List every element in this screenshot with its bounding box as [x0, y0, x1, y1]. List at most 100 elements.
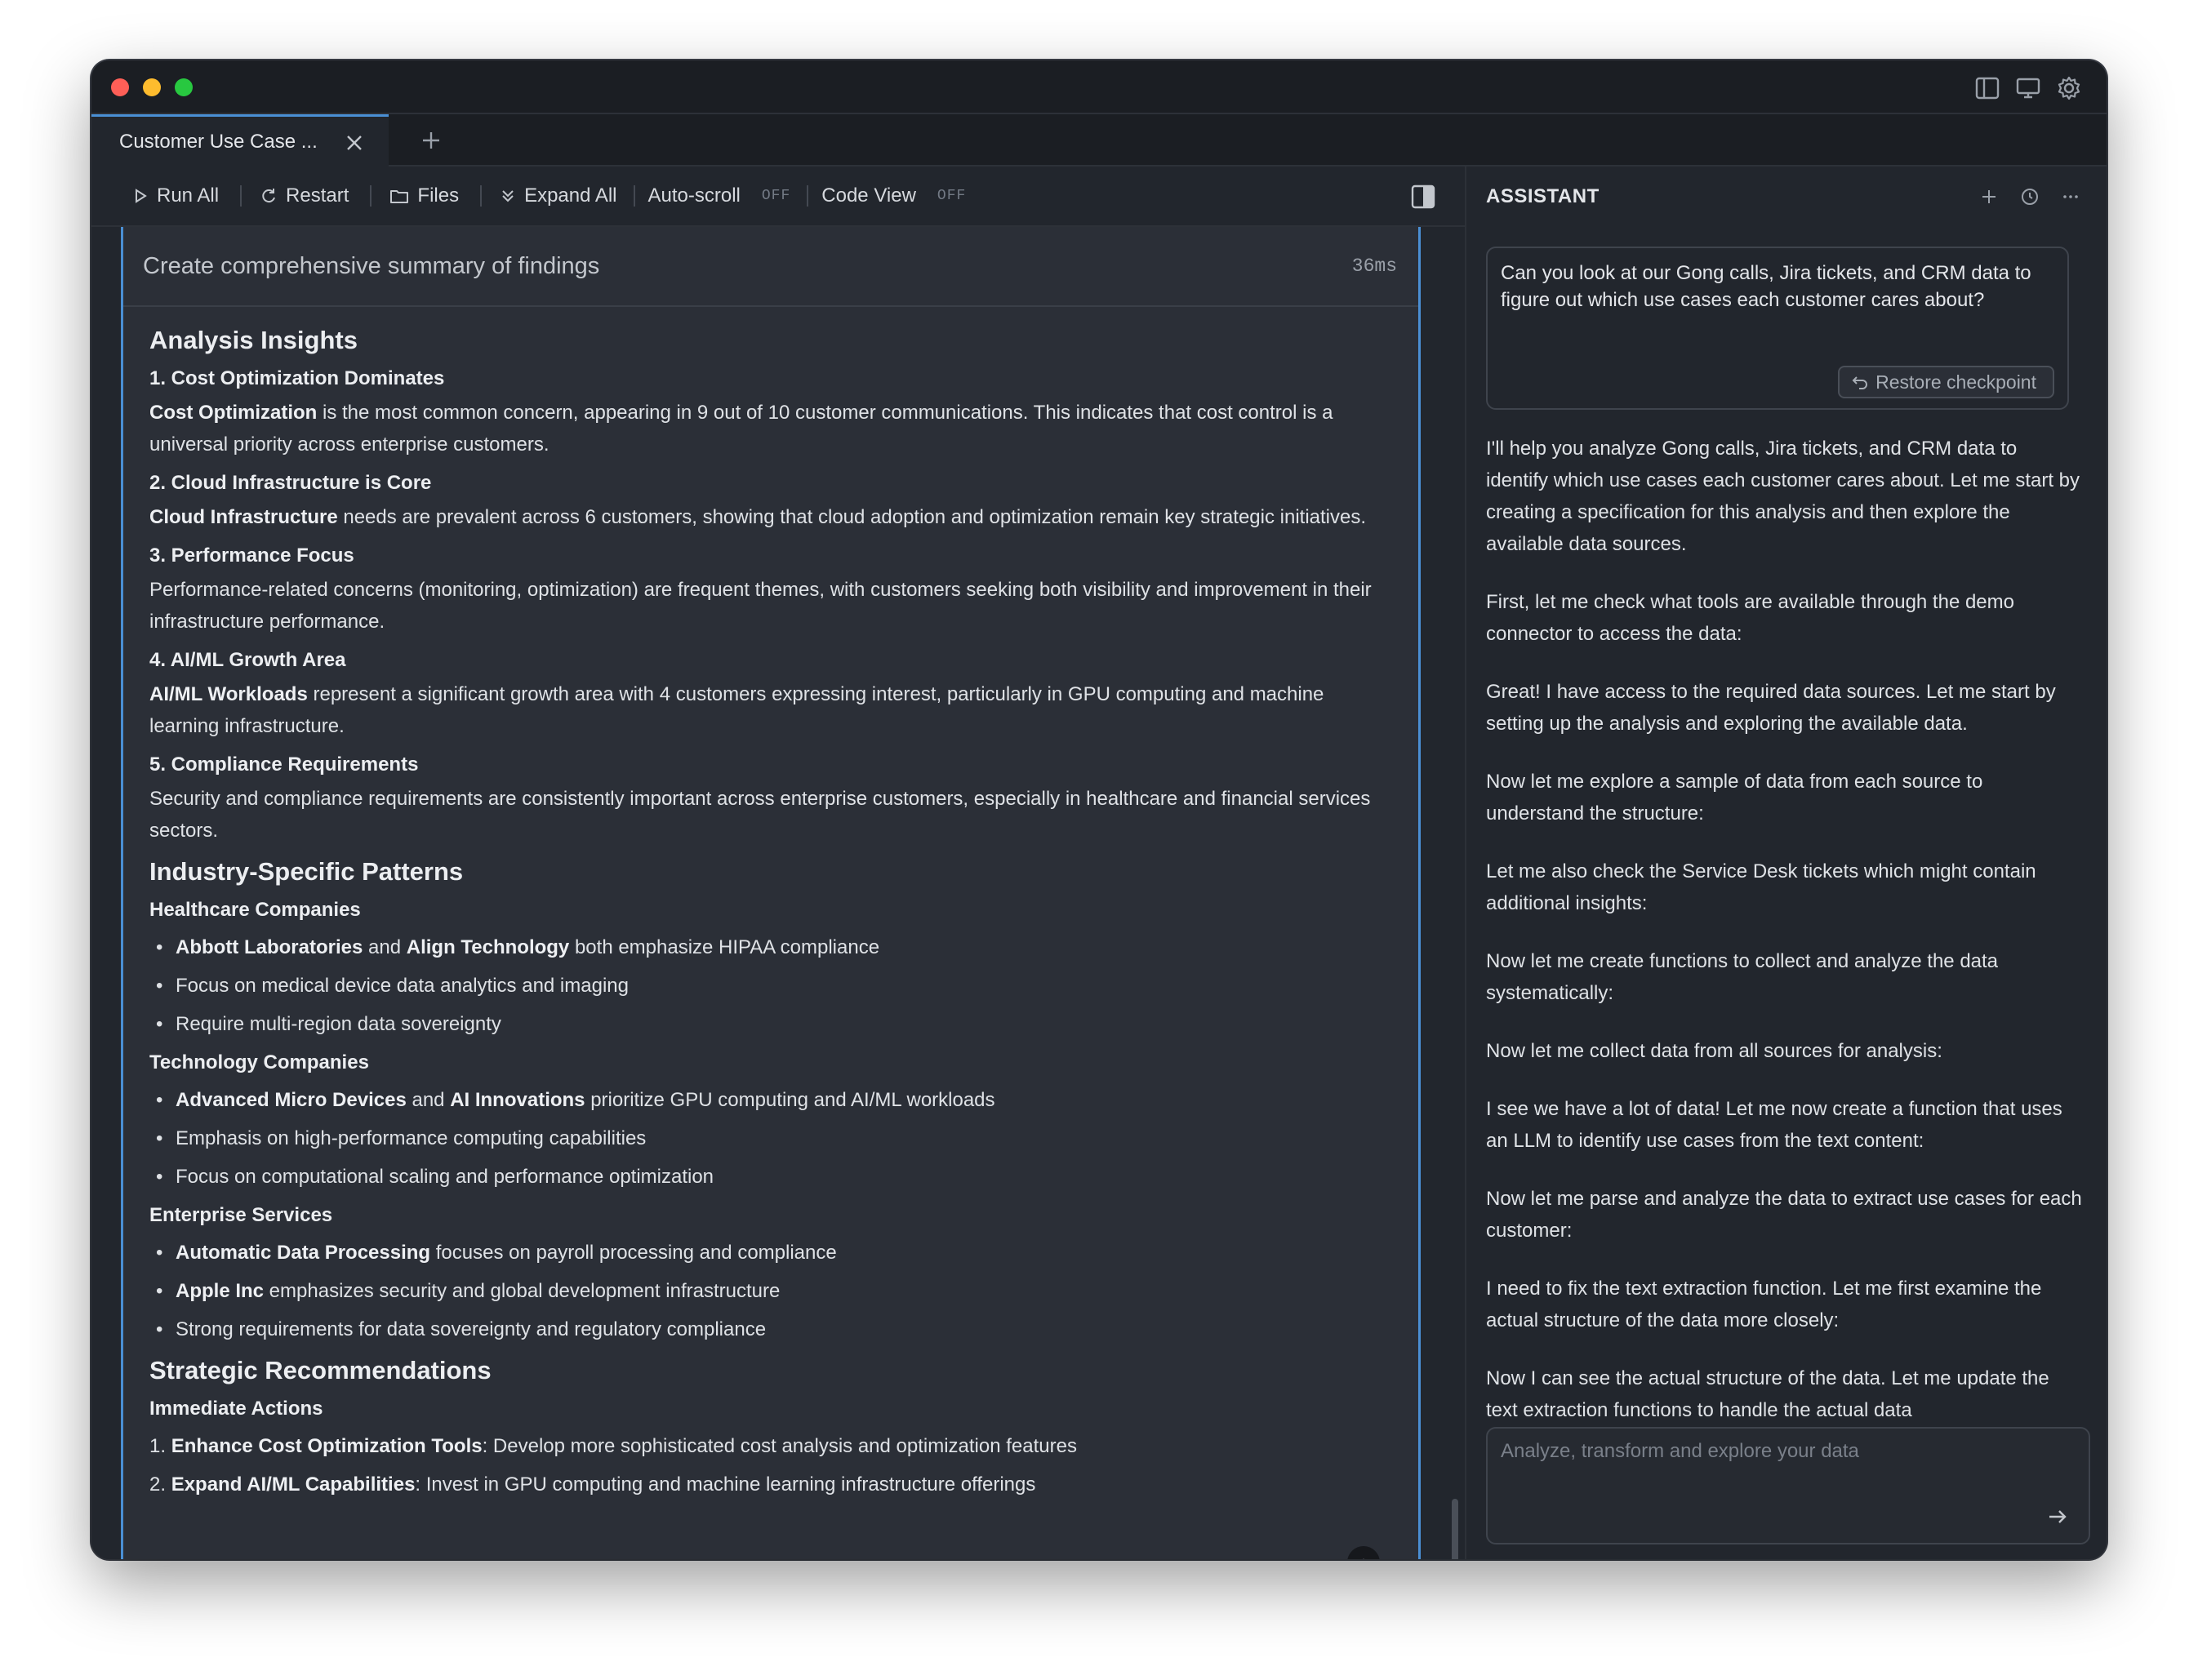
app-window: Customer Use Case ... Run All Restart Fi… — [91, 60, 2107, 1559]
enterprise-heading: Enterprise Services — [149, 1204, 333, 1226]
enterprise-list: Automatic Data Processing focuses on pay… — [149, 1233, 1394, 1349]
minimize-window-button[interactable] — [143, 78, 161, 96]
toggle-panel-icon[interactable] — [1411, 184, 1435, 209]
toolbar-divider — [370, 185, 372, 207]
expand-all-button[interactable]: Expand All — [500, 184, 617, 207]
insight-body: represent a significant growth area with… — [149, 683, 1324, 737]
list-item: 1. Enhance Cost Optimization Tools: Deve… — [149, 1427, 1394, 1465]
tab-label: Customer Use Case ... — [119, 130, 318, 153]
assistant-message: Great! I have access to the required dat… — [1486, 681, 2056, 735]
insight-text: Cost Optimization is the most common con… — [149, 397, 1394, 460]
assistant-message: First, let me check what tools are avail… — [1486, 591, 2014, 645]
folder-icon — [390, 190, 409, 203]
auto-scroll-toggle[interactable]: Auto-scroll OFF — [648, 184, 791, 207]
sidebar-layout-icon[interactable] — [1974, 75, 2000, 101]
cell-header[interactable]: Create comprehensive summary of findings… — [123, 227, 1418, 307]
list-item: Focus on medical device data analytics a… — [149, 967, 1394, 1005]
insight-bold: AI/ML Workloads — [149, 683, 308, 705]
insight-heading: 5. Compliance Requirements — [149, 753, 419, 776]
list-item: Require multi-region data sovereignty — [149, 1005, 1394, 1043]
healthcare-list: Abbott Laboratories and Align Technology… — [149, 928, 1394, 1043]
chevrons-down-icon — [502, 190, 514, 202]
titlebar-icons — [1974, 75, 2082, 101]
insight-text: Performance-related concerns (monitoring… — [149, 574, 1394, 638]
insight-text: Security and compliance requirements are… — [149, 783, 1394, 847]
code-view-state: OFF — [937, 188, 967, 204]
list-text: prioritize GPU computing and AI/ML workl… — [585, 1089, 995, 1111]
code-view-toggle[interactable]: Code View OFF — [821, 184, 966, 207]
tab-close-icon[interactable] — [343, 131, 366, 154]
user-message-text: Can you look at our Gong calls, Jira tic… — [1501, 262, 2031, 311]
company-name: AI Innovations — [450, 1089, 585, 1111]
new-tab-plus-icon[interactable] — [418, 127, 444, 153]
insight-heading: 2. Cloud Infrastructure is Core — [149, 472, 432, 494]
list-text: emphasizes security and global developme… — [264, 1280, 781, 1302]
list-item: 2. Expand AI/ML Capabilities: Invest in … — [149, 1465, 1394, 1504]
insight-body: needs are prevalent across 6 customers, … — [337, 506, 1367, 528]
list-text: focuses on payroll processing and compli… — [430, 1242, 837, 1264]
notebook-scrollbar[interactable] — [1452, 1499, 1458, 1559]
list-item: Focus on computational scaling and perfo… — [149, 1158, 1394, 1196]
toolbar-divider — [480, 185, 483, 207]
strategic-heading: Strategic Recommendations — [149, 1356, 492, 1384]
files-label: Files — [417, 184, 460, 207]
assistant-message: Now let me collect data from all sources… — [1486, 1040, 1942, 1062]
assistant-message: Now I can see the actual structure of th… — [1486, 1367, 2049, 1421]
notebook-panel: Run All Restart Files Expand All Auto-sc… — [91, 167, 1465, 1559]
healthcare-heading: Healthcare Companies — [149, 899, 361, 921]
play-icon — [136, 189, 147, 203]
restore-checkpoint-button[interactable]: Restore checkpoint — [1838, 366, 2054, 398]
company-name: Advanced Micro Devices — [176, 1089, 407, 1111]
files-button[interactable]: Files — [389, 184, 459, 207]
maximize-window-button[interactable] — [175, 78, 193, 96]
analysis-heading: Analysis Insights — [149, 326, 358, 354]
close-window-button[interactable] — [111, 78, 129, 96]
monitor-icon[interactable] — [2015, 75, 2041, 101]
list-text: and — [363, 936, 407, 958]
settings-gear-icon[interactable] — [2056, 75, 2082, 101]
list-item: Abbott Laboratories and Align Technology… — [149, 928, 1394, 967]
list-item: Emphasis on high-performance computing c… — [149, 1119, 1394, 1158]
list-number: 2. — [149, 1473, 171, 1496]
list-text: and — [406, 1089, 451, 1111]
more-options-icon[interactable] — [2059, 185, 2082, 208]
cell-execution-time: 36ms — [1351, 256, 1397, 277]
immediate-actions-heading: Immediate Actions — [149, 1398, 323, 1420]
send-arrow-icon[interactable] — [2044, 1504, 2071, 1530]
action-title: Enhance Cost Optimization Tools — [171, 1435, 483, 1457]
restart-button[interactable]: Restart — [260, 184, 349, 207]
notebook-cell[interactable]: Create comprehensive summary of findings… — [121, 227, 1421, 1559]
technology-heading: Technology Companies — [149, 1051, 369, 1073]
company-name: Align Technology — [406, 936, 570, 958]
new-chat-plus-icon[interactable] — [1978, 185, 2000, 208]
assistant-message: Let me also check the Service Desk ticke… — [1486, 860, 2036, 914]
tab-bar: Customer Use Case ... — [91, 114, 2107, 167]
company-name: Apple Inc — [176, 1280, 265, 1302]
assistant-message: I need to fix the text extraction functi… — [1486, 1278, 2042, 1331]
code-view-label: Code View — [821, 184, 916, 207]
assistant-header-icons — [1978, 185, 2082, 208]
assistant-message: I'll help you analyze Gong calls, Jira t… — [1486, 438, 2080, 555]
undo-icon — [1852, 376, 1868, 389]
cell-output: Analysis Insights 1. Cost Optimization D… — [123, 307, 1418, 1504]
assistant-message: Now let me create functions to collect a… — [1486, 950, 1999, 1004]
tab-customer-use-case[interactable]: Customer Use Case ... — [91, 114, 389, 167]
list-item: Automatic Data Processing focuses on pay… — [149, 1233, 1394, 1272]
industry-heading: Industry-Specific Patterns — [149, 857, 464, 886]
actions-list: 1. Enhance Cost Optimization Tools: Deve… — [149, 1427, 1394, 1504]
history-clock-icon[interactable] — [2018, 185, 2041, 208]
auto-scroll-label: Auto-scroll — [647, 184, 741, 207]
chat-input[interactable] — [1488, 1429, 2089, 1543]
chevron-up-icon — [1363, 1558, 1364, 1559]
assistant-panel: ASSISTANT Can you look at our Gong calls… — [1465, 167, 2107, 1559]
list-text: both emphasize HIPAA compliance — [569, 936, 880, 958]
toolbar-divider — [807, 185, 809, 207]
restore-checkpoint-label: Restore checkpoint — [1875, 371, 2036, 393]
assistant-messages: I'll help you analyze Gong calls, Jira t… — [1486, 433, 2082, 1559]
restart-label: Restart — [286, 184, 349, 207]
chat-composer — [1486, 1427, 2090, 1544]
run-all-button[interactable]: Run All — [132, 184, 219, 207]
insight-bold: Cost Optimization — [149, 402, 318, 424]
insight-bold: Cloud Infrastructure — [149, 506, 338, 528]
insight-heading: 1. Cost Optimization Dominates — [149, 367, 445, 389]
